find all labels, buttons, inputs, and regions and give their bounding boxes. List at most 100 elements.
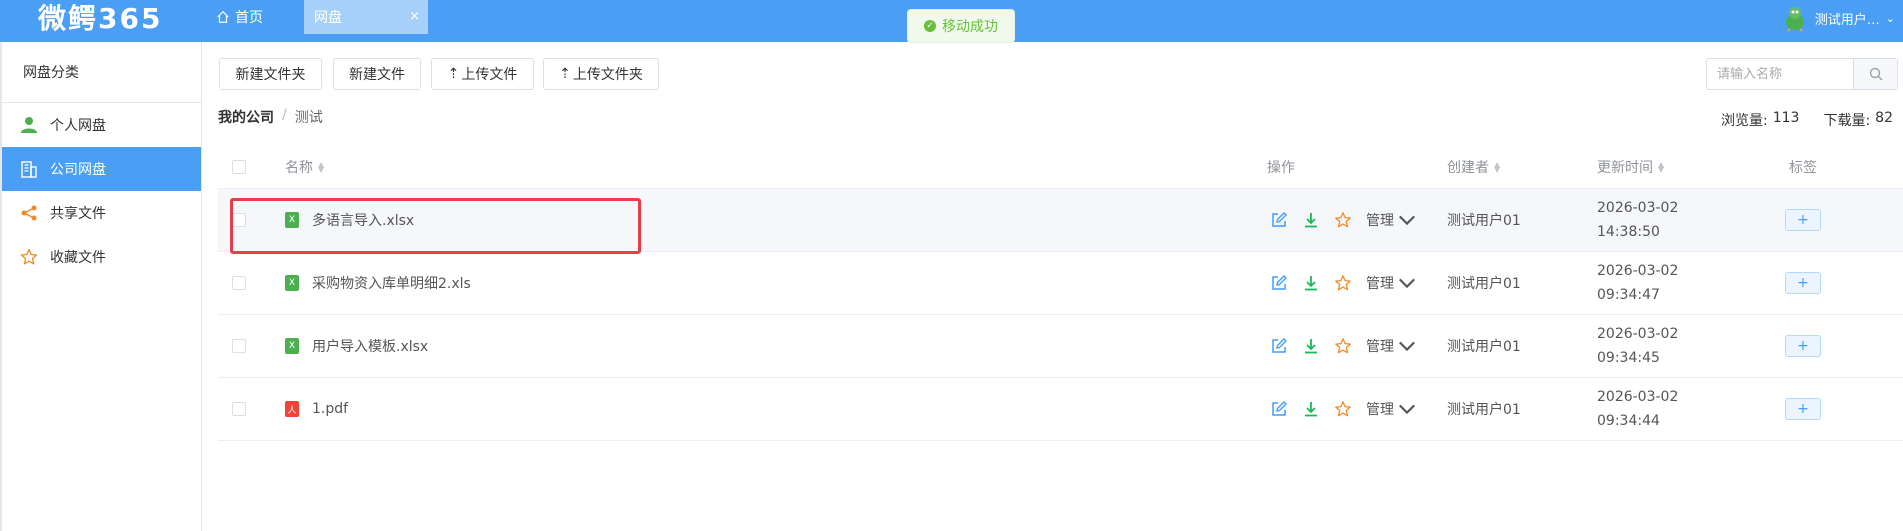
file-table: 名称 ▲ ▼ 操作 创建者 ▲ ▼ 更新时间 ▲ ▼ 标签 X 多语言导入.xlsx — [218, 146, 1903, 441]
table-row[interactable]: X 采购物资入库单明细2.xls 管理 测试用户01 2026-03-02 09… — [218, 252, 1903, 315]
table-row[interactable]: X 多语言导入.xlsx 管理 测试用户01 2026-03-02 14:38:… — [218, 189, 1903, 252]
breadcrumb: 我的公司 / 测试 — [218, 107, 323, 127]
views-count: 113 — [1772, 110, 1800, 126]
row-checkbox[interactable] — [232, 339, 246, 353]
add-tag-button[interactable]: + — [1785, 335, 1821, 357]
sort-icon[interactable]: ▲ ▼ — [318, 161, 324, 174]
file-name[interactable]: 采购物资入库单明细2.xls — [312, 273, 471, 293]
add-tag-button[interactable]: + — [1785, 209, 1821, 231]
breadcrumb-root[interactable]: 我的公司 — [218, 107, 274, 127]
add-tag-button[interactable]: + — [1785, 398, 1821, 420]
file-name[interactable]: 用户导入模板.xlsx — [312, 336, 428, 356]
user-name: 测试用户… — [1814, 12, 1880, 28]
manage-dropdown[interactable]: 管理 — [1366, 399, 1416, 419]
manage-label: 管理 — [1366, 276, 1394, 292]
downloads-count: 82 — [1875, 110, 1893, 126]
sidebar-item-favorites[interactable]: 收藏文件 — [2, 235, 201, 279]
file-name[interactable]: 1.pdf — [312, 401, 348, 417]
header-tags-label: 标签 — [1789, 160, 1817, 176]
updated-time: 09:34:45 — [1597, 350, 1660, 366]
creator-cell: 测试用户01 — [1447, 189, 1521, 251]
close-icon[interactable]: × — [409, 9, 420, 24]
file-name-cell[interactable]: X 采购物资入库单明细2.xls — [285, 252, 471, 314]
sidebar-item-label: 个人网盘 — [50, 118, 106, 134]
download-icon[interactable] — [1302, 337, 1320, 355]
file-type-icon: X — [285, 338, 299, 354]
toast-message: ✓ 移动成功 — [907, 9, 1015, 43]
search-button[interactable] — [1853, 59, 1897, 89]
edit-icon[interactable] — [1270, 337, 1288, 355]
updated-date: 2026-03-02 — [1597, 389, 1679, 405]
file-name-cell[interactable]: X 多语言导入.xlsx — [285, 189, 414, 251]
header-updated[interactable]: 更新时间 ▲ ▼ — [1597, 146, 1664, 188]
sidebar-item-label: 收藏文件 — [50, 250, 106, 266]
user-menu[interactable]: 测试用户… ⌄ — [1781, 4, 1895, 32]
chevron-down-icon — [1399, 215, 1415, 226]
select-all-checkbox[interactable] — [232, 160, 246, 174]
file-name-cell[interactable]: X 用户导入模板.xlsx — [285, 315, 428, 377]
favorite-star-icon[interactable] — [1334, 274, 1352, 292]
add-tag-button[interactable]: + — [1785, 272, 1821, 294]
edit-icon[interactable] — [1270, 211, 1288, 229]
sort-icon[interactable]: ▲ ▼ — [1494, 161, 1500, 174]
new-file-button[interactable]: 新建文件 — [333, 58, 421, 90]
updated-time: 09:34:44 — [1597, 413, 1660, 429]
star-icon — [20, 248, 38, 265]
download-icon[interactable] — [1302, 400, 1320, 418]
row-select-cell — [232, 189, 246, 251]
manage-dropdown[interactable]: 管理 — [1366, 273, 1416, 293]
file-name[interactable]: 多语言导入.xlsx — [312, 210, 414, 230]
table-row[interactable]: X 用户导入模板.xlsx 管理 测试用户01 2026-03-02 09:34… — [218, 315, 1903, 378]
download-icon[interactable] — [1302, 211, 1320, 229]
header-tags: 标签 — [1789, 146, 1817, 188]
home-icon — [217, 10, 229, 23]
row-checkbox[interactable] — [232, 276, 246, 290]
row-select-cell — [232, 252, 246, 314]
upload-icon: ⇡ — [447, 66, 460, 82]
sidebar-item-company[interactable]: 公司网盘 — [2, 147, 201, 191]
sort-icon[interactable]: ▲ ▼ — [1658, 161, 1664, 174]
row-actions: 管理 — [1270, 378, 1416, 440]
search-input[interactable] — [1707, 59, 1853, 89]
table-row[interactable]: 人 1.pdf 管理 测试用户01 2026-03-02 09:34:44 + — [218, 378, 1903, 441]
nav-home[interactable]: 首页 — [216, 0, 263, 34]
creator-name: 测试用户01 — [1447, 339, 1521, 355]
chevron-down-icon — [1399, 278, 1415, 289]
favorite-star-icon[interactable] — [1334, 211, 1352, 229]
row-checkbox[interactable] — [232, 213, 246, 227]
header-ops-label: 操作 — [1267, 160, 1295, 176]
tab-netdisk-label: 网盘 — [314, 10, 342, 26]
row-checkbox[interactable] — [232, 402, 246, 416]
upload-file-button[interactable]: ⇡ 上传文件 — [431, 58, 534, 90]
sidebar-item-personal[interactable]: 个人网盘 — [2, 103, 201, 147]
manage-dropdown[interactable]: 管理 — [1366, 336, 1416, 356]
creator-name: 测试用户01 — [1447, 276, 1521, 292]
breadcrumb-separator: / — [282, 107, 287, 123]
header-name-label: 名称 — [285, 160, 313, 176]
file-type-icon: 人 — [285, 401, 299, 417]
sidebar-title: 网盘分类 — [2, 42, 201, 103]
edit-icon[interactable] — [1270, 400, 1288, 418]
header-name[interactable]: 名称 ▲ ▼ — [285, 146, 324, 188]
check-icon: ✓ — [924, 20, 936, 32]
upload-folder-button[interactable]: ⇡ 上传文件夹 — [543, 58, 659, 90]
row-select-cell — [232, 315, 246, 377]
updated-cell: 2026-03-02 14:38:50 — [1597, 189, 1678, 251]
header-creator[interactable]: 创建者 ▲ ▼ — [1447, 146, 1500, 188]
header-ops: 操作 — [1267, 146, 1295, 188]
favorite-star-icon[interactable] — [1334, 400, 1352, 418]
row-select-cell — [232, 378, 246, 440]
sidebar-item-shared[interactable]: 共享文件 — [2, 191, 201, 235]
favorite-star-icon[interactable] — [1334, 337, 1352, 355]
row-actions: 管理 — [1270, 252, 1416, 314]
updated-time: 09:34:47 — [1597, 287, 1660, 303]
manage-dropdown[interactable]: 管理 — [1366, 210, 1416, 230]
edit-icon[interactable] — [1270, 274, 1288, 292]
updated-time: 14:38:50 — [1597, 224, 1660, 240]
new-folder-label: 新建文件夹 — [235, 67, 306, 83]
file-name-cell[interactable]: 人 1.pdf — [285, 378, 348, 440]
creator-cell: 测试用户01 — [1447, 378, 1521, 440]
new-folder-button[interactable]: 新建文件夹 — [219, 58, 322, 90]
tab-netdisk[interactable]: 网盘 × — [304, 0, 428, 34]
download-icon[interactable] — [1302, 274, 1320, 292]
